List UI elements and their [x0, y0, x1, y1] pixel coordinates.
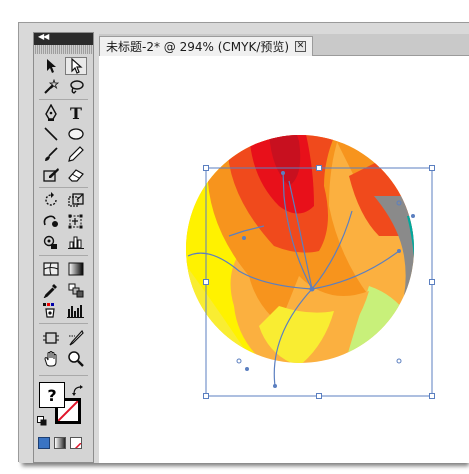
- live-paint-bucket-tool-icon: [43, 303, 55, 318]
- pen-tool-icon: [45, 104, 57, 121]
- slice-tool-button[interactable]: [65, 329, 87, 347]
- eyedropper-tool-icon: [43, 284, 57, 298]
- mesh-point[interactable]: [309, 286, 315, 292]
- mesh-point[interactable]: [245, 367, 249, 371]
- blob-brush-tool-icon: [43, 168, 59, 182]
- tool-separator: [39, 323, 88, 324]
- none-mode-button[interactable]: [70, 437, 82, 449]
- lasso-tool-icon: [70, 80, 84, 94]
- magic-wand-tool-button[interactable]: [40, 78, 62, 96]
- tools-panel-grip[interactable]: [34, 45, 93, 54]
- tools-panel-header[interactable]: ◀◀: [34, 32, 93, 45]
- blend-tool-icon: [68, 283, 84, 298]
- tool-separator: [39, 375, 88, 376]
- tool-separator: [39, 99, 88, 100]
- scale-tool-icon: [68, 193, 84, 207]
- eraser-tool-button[interactable]: [65, 166, 87, 184]
- pencil-tool-button[interactable]: [65, 145, 87, 163]
- zoom-tool-icon: [68, 351, 84, 367]
- line-segment-tool-button[interactable]: [40, 125, 62, 143]
- paintbrush-tool-icon: [45, 147, 58, 161]
- eraser-tool-icon: [68, 169, 84, 182]
- direct-selection-tool-button[interactable]: [65, 57, 87, 75]
- warp-tool-icon: [43, 215, 58, 227]
- hand-tool-button[interactable]: [40, 350, 62, 368]
- slice-tool-icon: [69, 330, 84, 346]
- tools-panel: ◀◀ T ?: [33, 32, 94, 463]
- gradient-tool-button[interactable]: [65, 260, 87, 278]
- mesh-point[interactable]: [281, 171, 285, 175]
- graph-tool-icon: [67, 305, 84, 318]
- graph-tool-button[interactable]: [65, 302, 87, 320]
- pencil-tool-icon: [68, 146, 84, 162]
- close-icon[interactable]: ✕: [295, 41, 307, 52]
- artboard-tool-button[interactable]: [40, 329, 62, 347]
- warp-tool-button[interactable]: [40, 212, 62, 230]
- application-window: ◀◀ T ? 未标题-2* @ 294% (CMYK/预览) ✕: [18, 22, 469, 463]
- symbol-sprayer-tool-button[interactable]: [40, 233, 62, 251]
- blend-tool-button[interactable]: [65, 281, 87, 299]
- mesh-point[interactable]: [411, 214, 415, 218]
- document-tab[interactable]: 未标题-2* @ 294% (CMYK/预览) ✕: [99, 36, 314, 56]
- rotate-tool-button[interactable]: [40, 191, 62, 209]
- free-transform-tool-button[interactable]: [65, 212, 87, 230]
- hand-tool-icon: [44, 351, 57, 367]
- mesh-tool-icon: [43, 262, 59, 276]
- line-segment-tool-icon: [44, 127, 58, 141]
- column-graph-tool-button[interactable]: [65, 233, 87, 251]
- paintbrush-tool-button[interactable]: [40, 145, 62, 163]
- ellipse-tool-button[interactable]: [65, 125, 87, 143]
- anchor-point[interactable]: [236, 358, 242, 364]
- direct-selection-tool-icon: [71, 58, 83, 74]
- blob-brush-tool-button[interactable]: [40, 166, 62, 184]
- rotate-tool-icon: [45, 192, 57, 206]
- scale-tool-button[interactable]: [65, 191, 87, 209]
- pen-tool-button[interactable]: [40, 104, 62, 122]
- mesh-tool-button[interactable]: [40, 260, 62, 278]
- ellipse-tool-icon: [68, 128, 84, 140]
- symbol-sprayer-tool-icon: [43, 235, 57, 249]
- document-canvas[interactable]: [99, 56, 469, 463]
- color-mode-button[interactable]: [38, 437, 50, 449]
- artboard-tool-icon: [43, 332, 59, 344]
- live-paint-bucket-tool-button[interactable]: [40, 302, 62, 320]
- magic-wand-tool-icon: [44, 79, 60, 94]
- eyedropper-tool-button[interactable]: [40, 281, 62, 299]
- tool-separator: [39, 255, 88, 256]
- mesh-point[interactable]: [273, 384, 277, 388]
- mesh-point[interactable]: [242, 236, 246, 240]
- lasso-tool-button[interactable]: [65, 78, 87, 96]
- mesh-point[interactable]: [397, 249, 401, 253]
- collapse-panel-icon[interactable]: ◀◀: [38, 32, 49, 41]
- selection-tool-button[interactable]: [40, 57, 62, 75]
- tool-separator: [39, 187, 88, 188]
- default-colors-icon[interactable]: [37, 411, 47, 430]
- swap-fill-stroke-icon[interactable]: [72, 382, 84, 401]
- type-tool-button[interactable]: T: [65, 103, 87, 123]
- type-tool-icon: T: [70, 103, 82, 123]
- document-tab-bar: 未标题-2* @ 294% (CMYK/预览) ✕: [99, 34, 469, 56]
- document-tab-title: 未标题-2* @ 294% (CMYK/预览): [106, 40, 290, 54]
- zoom-tool-button[interactable]: [65, 350, 87, 368]
- selection-tool-icon: [47, 59, 56, 73]
- fill-swatch[interactable]: ?: [39, 382, 65, 408]
- color-mode-row: [38, 437, 90, 449]
- gradient-tool-icon: [68, 262, 84, 276]
- anchor-point[interactable]: [396, 358, 402, 364]
- gradient-mode-button[interactable]: [54, 437, 66, 449]
- artwork-svg: [186, 135, 435, 399]
- column-graph-tool-icon: [68, 236, 84, 249]
- free-transform-tool-icon: [68, 214, 83, 229]
